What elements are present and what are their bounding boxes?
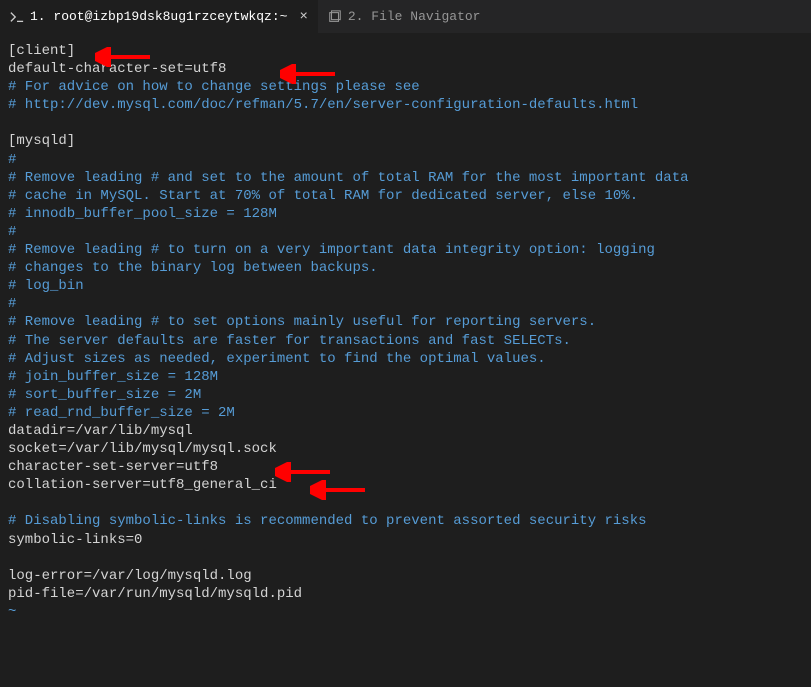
file-navigator-icon	[328, 10, 342, 24]
terminal-line: ~	[8, 603, 803, 621]
tab-terminal[interactable]: 1. root@izbp19dsk8ug1rzceytwkqz:~ ×	[0, 0, 318, 33]
tab-bar: 1. root@izbp19dsk8ug1rzceytwkqz:~ × 2. F…	[0, 0, 811, 34]
terminal-line: # cache in MySQL. Start at 70% of total …	[8, 187, 803, 205]
terminal-line	[8, 114, 803, 132]
terminal-line: #	[8, 223, 803, 241]
terminal-line: #	[8, 295, 803, 313]
terminal-line: #	[8, 151, 803, 169]
terminal-line: # log_bin	[8, 277, 803, 295]
terminal-line: # read_rnd_buffer_size = 2M	[8, 404, 803, 422]
terminal-line: default-character-set=utf8	[8, 60, 803, 78]
terminal-line: collation-server=utf8_general_ci	[8, 476, 803, 494]
terminal-line	[8, 494, 803, 512]
terminal-line: # join_buffer_size = 128M	[8, 368, 803, 386]
terminal-line: # Remove leading # to set options mainly…	[8, 313, 803, 331]
terminal-line: # Remove leading # and set to the amount…	[8, 169, 803, 187]
terminal-content[interactable]: [client]default-character-set=utf8# For …	[0, 34, 811, 629]
tab-label: 1. root@izbp19dsk8ug1rzceytwkqz:~	[30, 9, 287, 24]
terminal-line: # changes to the binary log between back…	[8, 259, 803, 277]
terminal-icon	[10, 10, 24, 24]
terminal-line: # http://dev.mysql.com/doc/refman/5.7/en…	[8, 96, 803, 114]
terminal-line: # innodb_buffer_pool_size = 128M	[8, 205, 803, 223]
terminal-line	[8, 549, 803, 567]
tab-file-navigator[interactable]: 2. File Navigator	[318, 0, 491, 33]
terminal-line: # The server defaults are faster for tra…	[8, 332, 803, 350]
terminal-line: character-set-server=utf8	[8, 458, 803, 476]
terminal-line: datadir=/var/lib/mysql	[8, 422, 803, 440]
terminal-line: # Disabling symbolic-links is recommende…	[8, 512, 803, 530]
terminal-line: socket=/var/lib/mysql/mysql.sock	[8, 440, 803, 458]
terminal-line: [mysqld]	[8, 132, 803, 150]
terminal-line: # For advice on how to change settings p…	[8, 78, 803, 96]
terminal-line: log-error=/var/log/mysqld.log	[8, 567, 803, 585]
terminal-line: pid-file=/var/run/mysqld/mysqld.pid	[8, 585, 803, 603]
terminal-line: # sort_buffer_size = 2M	[8, 386, 803, 404]
terminal-line: # Remove leading # to turn on a very imp…	[8, 241, 803, 259]
terminal-line: [client]	[8, 42, 803, 60]
terminal-line: # Adjust sizes as needed, experiment to …	[8, 350, 803, 368]
terminal-line: symbolic-links=0	[8, 531, 803, 549]
tab-label: 2. File Navigator	[348, 9, 481, 24]
close-icon[interactable]: ×	[299, 9, 307, 25]
